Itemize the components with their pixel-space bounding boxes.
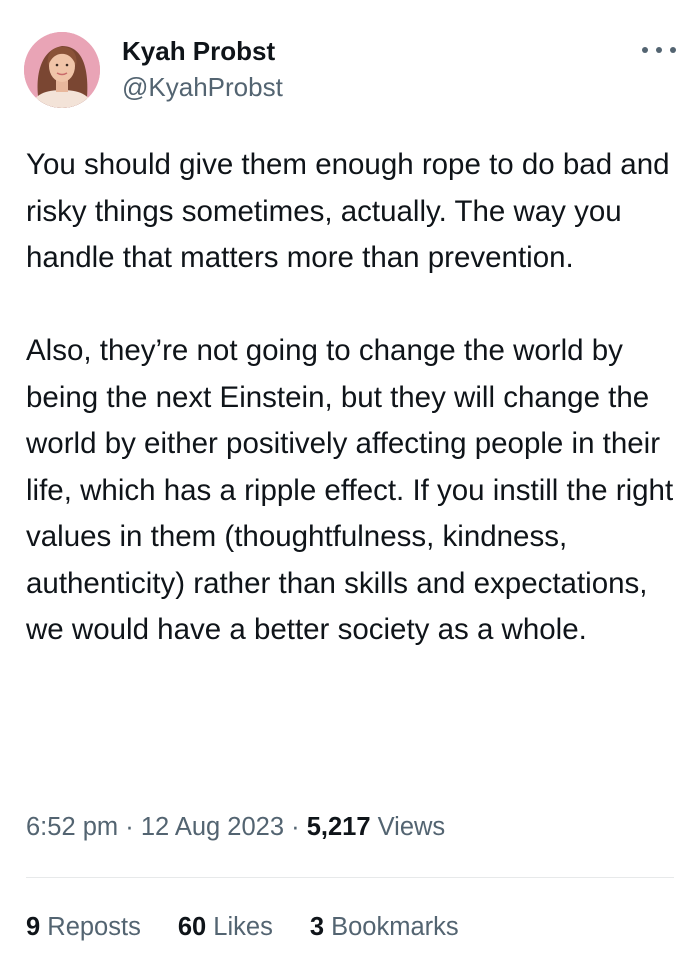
author-display-name[interactable]: Kyah Probst (122, 34, 283, 68)
bookmarks-count: 3 (309, 913, 325, 941)
tweet-stats: 9 Reposts 60 Likes 3 Bookmarks (26, 910, 459, 944)
reposts-count: 9 (26, 913, 41, 941)
tweet-date[interactable]: 12 Aug 2023 (141, 813, 284, 841)
more-horizontal-icon-dot (670, 47, 676, 53)
likes-label: Likes (206, 913, 273, 941)
tweet-text: You should give them enough rope to do b… (26, 142, 676, 654)
tweet-time[interactable]: 6:52 pm (26, 813, 118, 841)
meta-separator: · (284, 813, 307, 841)
reposts-stat[interactable]: 9 Reposts (26, 910, 141, 944)
meta-separator: · (118, 813, 141, 841)
tweet-card: Kyah Probst @KyahProbst You should give … (0, 0, 700, 972)
views-count: 5,217 (306, 813, 371, 841)
reposts-label: Reposts (40, 913, 141, 941)
more-horizontal-icon-dot (656, 47, 662, 53)
more-horizontal-icon (642, 47, 648, 53)
bookmarks-stat[interactable]: 3 Bookmarks (310, 910, 459, 944)
tweet-paragraph-2: Also, they’re not going to change the wo… (26, 334, 674, 646)
divider (26, 877, 674, 878)
likes-stat[interactable]: 60 Likes (178, 910, 273, 944)
tweet-meta: 6:52 pm · 12 Aug 2023 · 5,217 Views (26, 810, 445, 844)
more-options-button[interactable] (642, 38, 676, 62)
bookmarks-label: Bookmarks (324, 913, 459, 941)
likes-count: 60 (177, 913, 207, 941)
tweet-paragraph-1: You should give them enough rope to do b… (26, 148, 670, 274)
author-block: Kyah Probst @KyahProbst (122, 34, 283, 104)
views-label: Views (370, 813, 446, 841)
avatar[interactable] (24, 32, 100, 108)
author-handle[interactable]: @KyahProbst (122, 70, 283, 104)
avatar-image (24, 32, 100, 108)
